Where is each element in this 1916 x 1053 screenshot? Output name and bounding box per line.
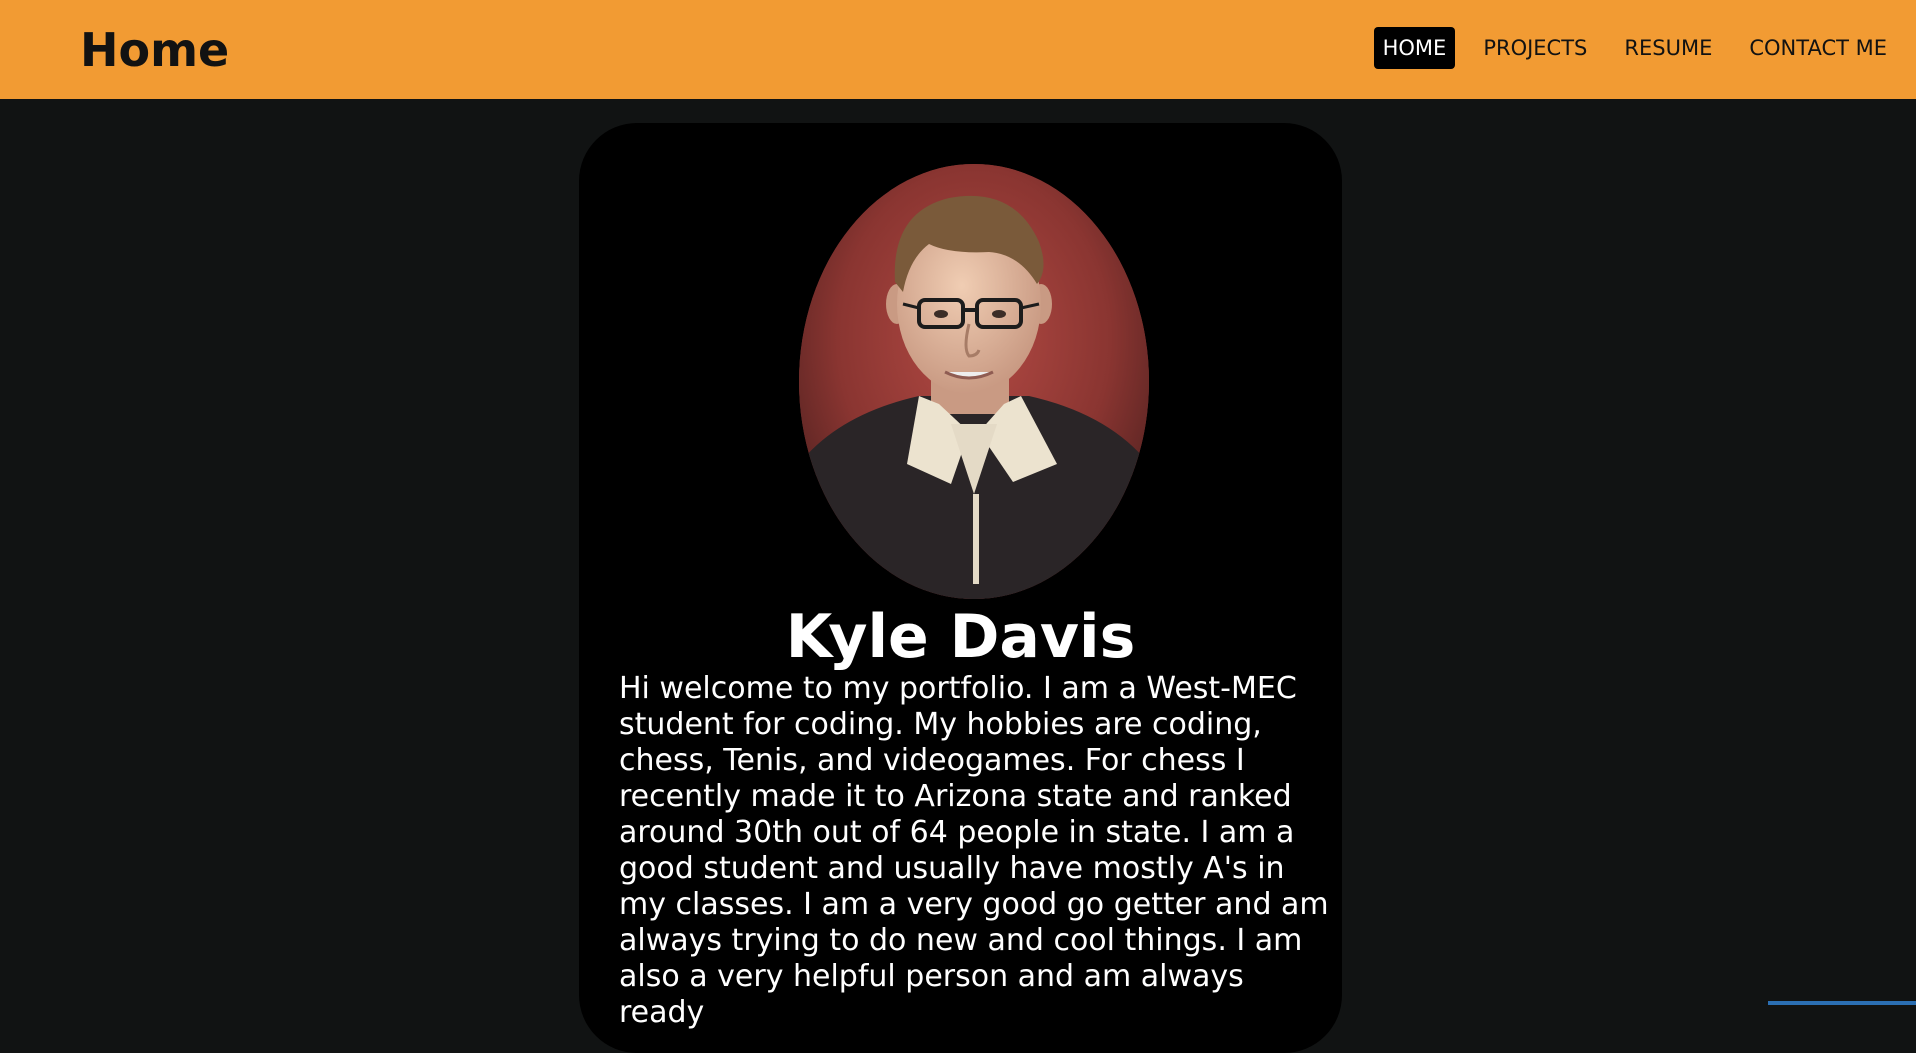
nav-projects-link[interactable]: PROJECTS (1474, 27, 1596, 69)
nav-home-link[interactable]: HOME (1373, 27, 1456, 69)
profile-name: Kyle Davis (785, 602, 1136, 672)
profile-photo (799, 164, 1149, 599)
top-navbar: Home HOME PROJECTS RESUME CONTACT ME (0, 0, 1916, 99)
page-title: Home (80, 23, 230, 77)
nav-resume-link[interactable]: RESUME (1615, 27, 1721, 69)
profile-bio: Hi welcome to my portfolio. I am a West-… (619, 671, 1329, 1030)
nav-contact-link[interactable]: CONTACT ME (1740, 27, 1896, 69)
profile-card: Kyle Davis Hi welcome to my portfolio. I… (579, 123, 1342, 1053)
main-nav: HOME PROJECTS RESUME CONTACT ME (1355, 27, 1896, 69)
corner-accent-bar (1768, 1001, 1916, 1005)
